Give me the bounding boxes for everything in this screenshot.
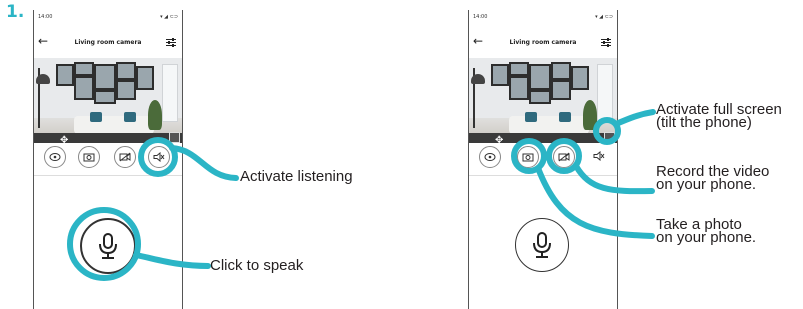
listen-button[interactable] (589, 146, 609, 166)
divider (34, 175, 182, 176)
fullscreen-icon[interactable] (169, 132, 180, 143)
callout-fullscreen-2: (tilt the phone) (656, 114, 752, 131)
intercom-icon (49, 153, 61, 161)
callout-record-2: on your phone. (656, 176, 757, 193)
settings-sliders-icon[interactable] (166, 38, 176, 47)
speak-mic-button[interactable] (515, 218, 569, 272)
speak-mic-button[interactable] (80, 218, 136, 274)
status-time: 14:00 (38, 14, 53, 20)
status-time: 14:00 (473, 14, 488, 20)
camera-icon (522, 153, 534, 162)
phone-screen-right: 14:00 ▾ ◢ ⊂⊃ ← Living room camera ✥ (468, 10, 618, 309)
app-header: ← Living room camera (469, 34, 617, 51)
settings-sliders-icon[interactable] (601, 38, 611, 47)
callout-speak: Click to speak (210, 257, 304, 274)
camera-title: Living room camera (509, 39, 577, 46)
move-icon[interactable]: ✥ (60, 135, 68, 143)
listen-button[interactable] (148, 146, 170, 168)
intercom-button[interactable] (479, 146, 501, 168)
step-number: 1. (6, 2, 25, 22)
microphone-icon (533, 232, 551, 258)
camera-feed[interactable]: ✥ (34, 58, 182, 143)
microphone-icon (99, 233, 117, 259)
app-header: ← Living room camera (34, 34, 182, 51)
phone-screen-left: 14:00 ▾ ◢ ⊂⊃ ← Living room camera ✥ (33, 10, 183, 309)
move-icon[interactable]: ✥ (495, 135, 503, 143)
record-button[interactable] (114, 146, 136, 168)
status-icons: ▾ ◢ ⊂⊃ (160, 14, 178, 20)
video-off-icon (119, 152, 131, 162)
camera-feed[interactable]: ✥ (469, 58, 617, 143)
status-icons: ▾ ◢ ⊂⊃ (595, 14, 613, 20)
camera-icon (83, 153, 95, 162)
status-bar: 14:00 ▾ ◢ ⊂⊃ (38, 14, 178, 22)
callout-listen: Activate listening (240, 168, 353, 185)
camera-title: Living room camera (74, 39, 142, 46)
photo-button[interactable] (78, 146, 100, 168)
video-off-icon (558, 152, 570, 162)
speaker-muted-icon (153, 152, 165, 162)
fullscreen-icon[interactable] (604, 132, 615, 143)
status-bar: 14:00 ▾ ◢ ⊂⊃ (473, 14, 613, 22)
photo-button[interactable] (517, 146, 539, 168)
intercom-icon (484, 153, 496, 161)
control-row (34, 146, 182, 170)
speaker-muted-icon (593, 151, 605, 161)
divider (469, 175, 617, 176)
callout-photo-2: on your phone. (656, 229, 757, 246)
intercom-button[interactable] (44, 146, 66, 168)
control-row (469, 146, 617, 170)
record-button[interactable] (553, 146, 575, 168)
fullscreen-callout-curve (613, 109, 656, 127)
